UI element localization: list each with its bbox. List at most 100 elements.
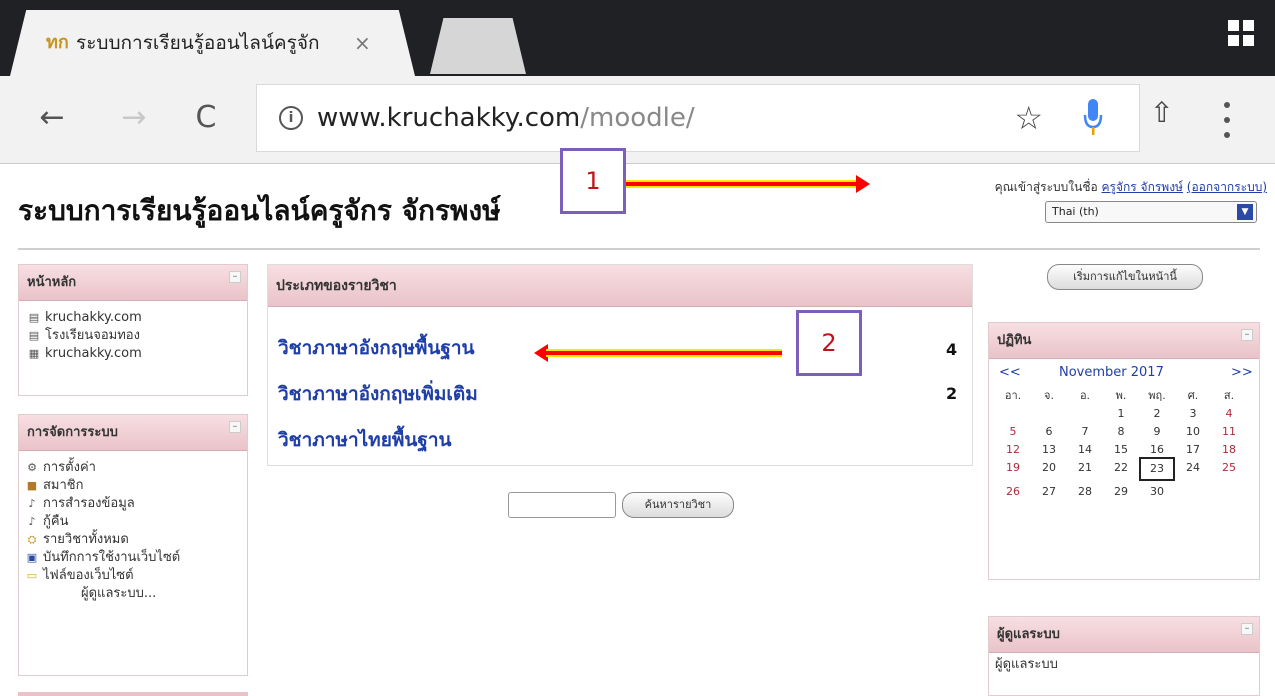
admins-header: ผู้ดูแลระบบ – bbox=[989, 617, 1259, 653]
search-courses-button[interactable]: ค้นหารายวิชา bbox=[622, 492, 734, 518]
bookmark-star-icon[interactable]: ☆ bbox=[1014, 99, 1043, 137]
calendar-day[interactable]: 4 bbox=[1211, 407, 1247, 421]
calendar-day[interactable]: 23 bbox=[1139, 457, 1175, 481]
calendar-day bbox=[1211, 485, 1247, 499]
forward-arrow-icon[interactable]: → bbox=[112, 96, 156, 140]
admin-item-users[interactable]: ■ สมาชิก bbox=[25, 477, 247, 495]
collapse-icon[interactable]: – bbox=[229, 271, 241, 283]
calendar-day[interactable]: 26 bbox=[995, 485, 1031, 499]
calendar-day[interactable]: 20 bbox=[1031, 461, 1067, 475]
calendar-day[interactable]: 29 bbox=[1103, 485, 1139, 499]
calendar-day[interactable]: 8 bbox=[1103, 425, 1139, 439]
microphone-icon[interactable] bbox=[1083, 99, 1103, 137]
backup-icon: ♪ bbox=[28, 497, 36, 510]
admin-item-courses[interactable]: ⛭ รายวิชาทั้งหมด bbox=[25, 531, 247, 549]
back-arrow-icon[interactable]: ← bbox=[30, 96, 74, 140]
admin-item-logs[interactable]: ▣ บันทึกการใช้งานเว็บไซต์ bbox=[25, 549, 247, 567]
admin-item-label: การสำรองข้อมูล bbox=[43, 496, 135, 511]
calendar-day[interactable]: 15 bbox=[1103, 443, 1139, 457]
tab-strip: ทก ระบบการเรียนรู้ออนไลน์ครูจัก × bbox=[0, 0, 1275, 76]
browser-toolbar: ← → C i www.kruchakky.com /moodle/ ☆ ⇧ bbox=[0, 76, 1275, 164]
logout-link[interactable]: (ออกจากระบบ) bbox=[1187, 180, 1267, 194]
calendar-day[interactable]: 9 bbox=[1139, 425, 1175, 439]
admin-item-label: การตั้งค่า bbox=[43, 460, 96, 475]
language-select[interactable]: Thai (th) ▼ bbox=[1045, 201, 1257, 223]
calendar-day[interactable]: 6 bbox=[1031, 425, 1067, 439]
admin-item-restore[interactable]: ♪ กู้คืน bbox=[25, 513, 247, 531]
callout-2-arrow bbox=[546, 349, 782, 357]
folder-icon: ▭ bbox=[26, 569, 38, 582]
course-search-input[interactable] bbox=[508, 492, 616, 518]
browser-tab[interactable]: ทก ระบบการเรียนรู้ออนไลน์ครูจัก × bbox=[10, 10, 415, 76]
calendar-grid: อา. จ. อ. พ. พฤ. ศ. ส. 1 2 3 4 5 6 7 8 9 10 11 12 13 14 15 16 1… bbox=[995, 389, 1247, 499]
calendar-weekday: อา. bbox=[1004, 389, 1022, 402]
logs-icon: ▣ bbox=[26, 551, 38, 564]
admin-item-backup[interactable]: ♪ การสำรองข้อมูล bbox=[25, 495, 247, 513]
collapse-icon[interactable]: – bbox=[229, 421, 241, 433]
calendar-day[interactable]: 22 bbox=[1103, 461, 1139, 475]
url-path: /moodle/ bbox=[580, 103, 695, 133]
course-categories-header: ประเภทของรายวิชา bbox=[268, 265, 972, 307]
close-icon[interactable]: × bbox=[354, 31, 371, 55]
calendar-day[interactable]: 17 bbox=[1175, 443, 1211, 457]
calendar-day[interactable]: 11 bbox=[1211, 425, 1247, 439]
collapse-icon[interactable]: – bbox=[1241, 623, 1253, 635]
info-icon[interactable]: i bbox=[279, 106, 303, 130]
calendar-day[interactable]: 30 bbox=[1139, 485, 1175, 499]
site-admin-title: การจัดการระบบ bbox=[27, 425, 118, 440]
calendar-day[interactable]: 18 bbox=[1211, 443, 1247, 457]
category-link[interactable]: วิชาภาษาอังกฤษเพิ่มเติม bbox=[278, 379, 478, 409]
calendar-day[interactable]: 25 bbox=[1211, 461, 1247, 475]
settings-icon: ⚙ bbox=[27, 461, 37, 474]
turn-editing-on-button[interactable]: เริ่มการแก้ไขในหน้านี้ bbox=[1047, 264, 1203, 290]
calendar-day bbox=[1067, 407, 1103, 421]
calendar-day[interactable]: 28 bbox=[1067, 485, 1103, 499]
main-menu-block: หน้าหลัก – ▤ kruchakky.com ▤ โรงเรียนจอมทอ… bbox=[18, 264, 248, 396]
category-link[interactable]: วิชาภาษาอังกฤษพื้นฐาน bbox=[278, 333, 475, 363]
main-menu-item[interactable]: ▤ โรงเรียนจอมทอง bbox=[27, 327, 247, 345]
screen: ทก ระบบการเรียนรู้ออนไลน์ครูจัก × ← → C … bbox=[0, 0, 1275, 696]
calendar-weekday: จ. bbox=[1044, 389, 1054, 402]
calendar-day[interactable]: 21 bbox=[1067, 461, 1103, 475]
new-tab-button[interactable] bbox=[430, 18, 526, 74]
reload-icon[interactable]: C bbox=[184, 96, 228, 140]
admin-item-label: รายวิชาทั้งหมด bbox=[43, 532, 129, 547]
main-menu-item[interactable]: ▤ kruchakky.com bbox=[27, 309, 247, 327]
collapse-icon[interactable]: – bbox=[1241, 329, 1253, 341]
calendar-day[interactable]: 3 bbox=[1175, 407, 1211, 421]
admin-item-settings[interactable]: ⚙ การตั้งค่า bbox=[25, 459, 247, 477]
admin-item-files[interactable]: ▭ ไฟล์ของเว็บไซต์ bbox=[25, 567, 247, 585]
calendar-day[interactable]: 27 bbox=[1031, 485, 1067, 499]
admin-more-link[interactable]: ผู้ดูแลระบบ... bbox=[25, 585, 247, 603]
calendar-day[interactable]: 1 bbox=[1103, 407, 1139, 421]
menu-dots-icon[interactable] bbox=[1224, 102, 1232, 138]
apps-grid-icon[interactable] bbox=[1228, 20, 1254, 46]
calendar-day[interactable]: 13 bbox=[1031, 443, 1067, 457]
calendar-day[interactable]: 19 bbox=[995, 461, 1031, 475]
calendar-day[interactable]: 10 bbox=[1175, 425, 1211, 439]
admins-item[interactable]: ผู้ดูแลระบบ bbox=[989, 653, 1259, 672]
user-profile-link[interactable]: ครูจักร จักรพงษ์ bbox=[1102, 180, 1183, 194]
calendar-month-link[interactable]: November 2017 bbox=[1059, 365, 1164, 380]
main-menu-list: ▤ kruchakky.com ▤ โรงเรียนจอมทอง ▦ kruchakk… bbox=[19, 301, 247, 363]
site-admin-header: การจัดการระบบ – bbox=[19, 415, 247, 451]
calendar-prev-link[interactable]: << bbox=[999, 365, 1021, 380]
share-icon[interactable]: ⇧ bbox=[1150, 96, 1173, 129]
main-menu-item[interactable]: ▦ kruchakky.com bbox=[27, 345, 247, 363]
calendar-day[interactable]: 12 bbox=[995, 443, 1031, 457]
calendar-day[interactable]: 2 bbox=[1139, 407, 1175, 421]
category-link[interactable]: วิชาภาษาไทยพื้นฐาน bbox=[278, 425, 452, 455]
admin-item-label: สมาชิก bbox=[43, 478, 84, 493]
calendar-day[interactable]: 14 bbox=[1067, 443, 1103, 457]
calendar-day[interactable]: 5 bbox=[995, 425, 1031, 439]
calendar-day[interactable]: 24 bbox=[1175, 461, 1211, 475]
address-bar[interactable]: i www.kruchakky.com /moodle/ ☆ bbox=[256, 84, 1140, 152]
course-categories-block: ประเภทของรายวิชา วิชาภาษาอังกฤษพื้นฐาน ว… bbox=[267, 264, 973, 466]
calendar-day[interactable]: 16 bbox=[1139, 443, 1175, 457]
admins-title: ผู้ดูแลระบบ bbox=[997, 627, 1060, 642]
calendar-day[interactable]: 7 bbox=[1067, 425, 1103, 439]
next-block-edge bbox=[18, 692, 248, 696]
site-admin-list: ⚙ การตั้งค่า ■ สมาชิก ♪ การสำรองข้อมูล ♪ กู้… bbox=[19, 451, 247, 603]
calendar-next-link[interactable]: >> bbox=[1231, 365, 1253, 380]
admin-more-label: ผู้ดูแลระบบ... bbox=[81, 586, 157, 601]
